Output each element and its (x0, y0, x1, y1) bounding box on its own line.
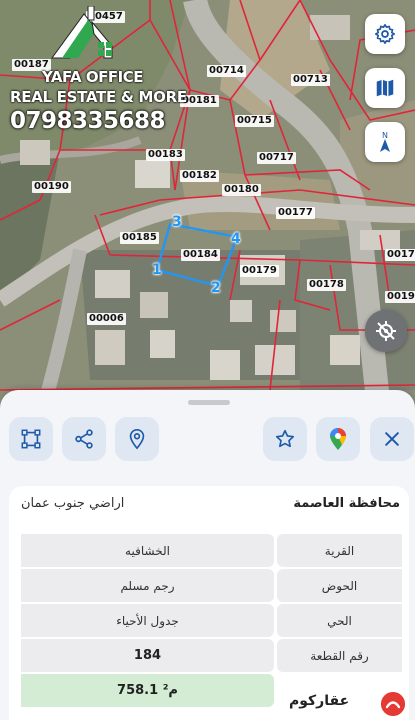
watermark-phone: 0798335688 (10, 108, 166, 134)
parcel-label[interactable]: 00182 (180, 170, 219, 182)
locate-me-button[interactable] (365, 310, 407, 352)
location-pin-icon (129, 429, 145, 450)
parcel-label[interactable]: 00177 (276, 207, 315, 219)
parcel-label[interactable]: 00006 (87, 313, 126, 325)
parcel-label[interactable]: 00179 (240, 265, 279, 277)
parcel-number-label: رقم القطعة (277, 639, 402, 672)
parcel-map[interactable]: 00457 00187 00714 00713 00181 00715 0018… (0, 0, 415, 420)
village-label: القرية (277, 534, 402, 567)
app-root: 00457 00187 00714 00713 00181 00715 0018… (0, 0, 415, 720)
target-icon (376, 321, 396, 341)
parcel-label[interactable]: 00176 (385, 249, 415, 261)
vertex-label: 2 (211, 280, 221, 296)
close-icon (385, 432, 399, 446)
parcel-details-sheet: محافظة العاصمة اراضي جنوب عمان الخشافيه … (0, 390, 415, 720)
vertex-label: 3 (172, 214, 182, 230)
province-title: محافظة العاصمة (293, 496, 400, 511)
info-row-basin: رجم مسلم الحوض (21, 569, 402, 602)
draw-polygon-button[interactable] (9, 417, 53, 461)
parcel-label[interactable]: 00715 (235, 115, 274, 127)
vertex-label: 4 (231, 231, 241, 247)
aqarkom-logo: عقاركوم (281, 692, 405, 716)
district-label: الحي (277, 604, 402, 637)
vertex-label: 1 (152, 262, 162, 278)
share-button[interactable] (62, 417, 106, 461)
map-layers-icon (376, 79, 394, 97)
settings-button[interactable] (365, 14, 405, 54)
map-layers-button[interactable] (365, 68, 405, 108)
info-row-parcel-number: 184 رقم القطعة (21, 639, 402, 672)
share-icon (75, 429, 93, 449)
parcel-label[interactable]: 00714 (207, 65, 246, 77)
gear-icon (375, 24, 395, 44)
parcel-info-card: محافظة العاصمة اراضي جنوب عمان الخشافيه … (9, 486, 409, 720)
close-button[interactable] (370, 417, 414, 461)
parcel-number-value: 184 (21, 639, 274, 672)
location-button[interactable] (115, 417, 159, 461)
watermark-office-name: YAFA OFFICE (42, 68, 143, 86)
parcel-label[interactable]: 00191 (385, 291, 415, 303)
parcel-label[interactable]: 00190 (32, 181, 71, 193)
google-maps-icon (330, 428, 346, 450)
basin-label: الحوض (277, 569, 402, 602)
parcel-label[interactable]: 00717 (257, 152, 296, 164)
star-icon (275, 429, 295, 448)
parcel-label[interactable]: 00183 (146, 149, 185, 161)
parcel-label[interactable]: 00180 (222, 184, 261, 196)
svg-text:N: N (382, 131, 388, 140)
village-value: الخشافيه (21, 534, 274, 567)
district-value: جدول الأحياء (21, 604, 274, 637)
parcel-label[interactable]: 00713 (291, 74, 330, 86)
favorite-button[interactable] (263, 417, 307, 461)
info-row-village: الخشافيه القرية (21, 534, 402, 567)
sheet-drag-handle[interactable] (188, 400, 230, 405)
parcel-label[interactable]: 00185 (120, 232, 159, 244)
compass-icon: N (380, 131, 390, 152)
area-value: 758.1 م² (21, 674, 274, 707)
basin-value: رجم مسلم (21, 569, 274, 602)
info-row-district: جدول الأحياء الحي (21, 604, 402, 637)
open-google-maps-button[interactable] (316, 417, 360, 461)
watermark-tagline: REAL ESTATE & MORE (10, 88, 187, 106)
polygon-icon (21, 429, 41, 449)
aqarkom-logo-icon (381, 692, 405, 716)
directorate-title: اراضي جنوب عمان (21, 496, 125, 511)
aqarkom-logo-text: عقاركوم (289, 693, 350, 709)
house-logo-icon (51, 6, 113, 59)
compass-button[interactable]: N (365, 122, 405, 162)
parcel-label[interactable]: 00178 (307, 279, 346, 291)
parcel-label-selected[interactable]: 00184 (181, 249, 220, 261)
